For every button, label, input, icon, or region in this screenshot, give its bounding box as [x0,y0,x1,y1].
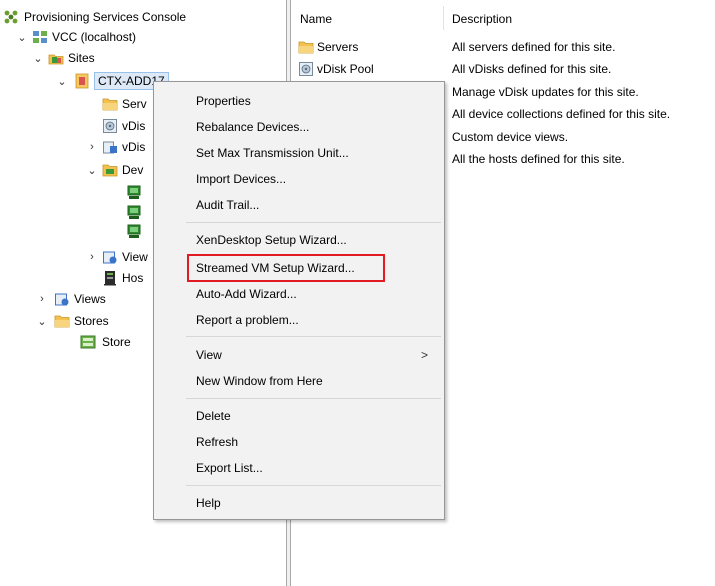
list-item-name: vDisk Pool [317,62,374,76]
chevron-down-icon[interactable]: ⌄ [16,31,28,44]
vdisk-pool-icon [102,118,118,134]
device-icon [126,185,142,201]
menu-item-properties[interactable]: Properties [196,94,251,108]
menu-separator [186,398,441,399]
tree-vdisk-updates-item[interactable]: › vDis [86,137,145,157]
chevron-down-icon[interactable]: ⌄ [56,75,68,88]
chevron-right-icon[interactable]: › [36,293,48,305]
chevron-right-icon[interactable]: › [86,251,98,263]
menu-item-export-list[interactable]: Export List... [196,461,263,475]
list-item-description: Manage vDisk updates for this site. [452,85,639,99]
menu-item-report-problem[interactable]: Report a problem... [196,313,299,327]
farm-icon [32,29,48,45]
tree-servers-item[interactable]: Serv [102,94,147,114]
tree-devices-item[interactable]: ⌄ Dev [86,160,143,180]
tree-root-item[interactable]: Provisioning Services Console [4,7,186,27]
list-item-name: Servers [317,40,359,54]
folder-icon [102,96,118,112]
tree-vdisk-pool-item[interactable]: vDis [102,116,145,136]
menu-item-xendesktop-wizard[interactable]: XenDesktop Setup Wizard... [196,233,347,247]
console-icon [4,10,18,24]
menu-item-view[interactable]: View > [196,348,428,362]
tree-sites-item[interactable]: ⌄ Sites [32,48,95,68]
menu-item-delete[interactable]: Delete [196,409,231,423]
menu-item-auto-add-wizard[interactable]: Auto-Add Wizard... [196,287,297,301]
menu-item-refresh[interactable]: Refresh [196,435,238,449]
tree-sites-label: Sites [68,51,95,65]
tree-devices-label: Dev [122,163,144,177]
column-divider[interactable] [443,6,444,30]
chevron-right-icon: > [420,348,428,362]
column-header-name[interactable]: Name [300,12,332,26]
tree-farm-item[interactable]: ⌄ VCC (localhost) [16,27,136,47]
tree-hosts-item[interactable]: Hos [102,268,143,288]
list-item-vdisk-pool[interactable]: vDisk Pool [298,59,374,79]
menu-separator [186,222,441,223]
column-header-description[interactable]: Description [452,12,512,26]
menu-item-streamed-vm-wizard[interactable]: Streamed VM Setup Wizard... [196,261,355,275]
menu-item-view-label: View [196,348,222,362]
tree-stores-item[interactable]: ⌄ Stores [36,311,109,331]
site-icon [74,73,90,89]
tree-device-item[interactable] [126,203,142,223]
tree-device-item[interactable] [126,222,142,242]
list-item-servers[interactable]: Servers [298,37,358,57]
tree-site-item[interactable]: ⌄ CTX-ADD17 [56,71,169,91]
folder-icon [298,39,314,55]
sites-icon [48,50,64,66]
menu-item-set-mtu[interactable]: Set Max Transmission Unit... [196,146,349,160]
menu-item-audit-trail[interactable]: Audit Trail... [196,198,259,212]
device-icon [126,224,142,240]
views-icon [54,291,70,307]
tree-site-views-label: View [122,250,148,264]
chevron-right-icon[interactable]: › [86,141,98,153]
tree-device-item[interactable] [126,183,142,203]
tree-farm-label: VCC (localhost) [52,30,137,44]
tree-root-label: Provisioning Services Console [24,10,187,24]
device-icon [126,205,142,221]
list-item-description: All servers defined for this site. [452,40,616,54]
menu-item-new-window[interactable]: New Window from Here [196,374,323,388]
tree-store-item[interactable]: Store [80,332,131,352]
tree-vdisk-pool-label: vDis [122,119,146,133]
vdisk-pool-icon [298,61,314,77]
hosts-icon [102,270,118,286]
list-item-description: All device collections defined for this … [452,107,671,121]
menu-separator [186,485,441,486]
menu-separator [186,336,441,337]
menu-item-import-devices[interactable]: Import Devices... [196,172,286,186]
tree-servers-label: Serv [122,97,147,111]
tree-vdisk-updates-label: vDis [122,140,146,154]
menu-item-rebalance-devices[interactable]: Rebalance Devices... [196,120,309,134]
tree-views-item[interactable]: › Views [36,289,106,309]
folder-icon [54,313,70,329]
tree-stores-label: Stores [74,314,109,328]
menu-item-help[interactable]: Help [196,496,221,510]
tree-views-label: Views [74,292,106,306]
tree-store-label: Store [102,335,131,349]
vdisk-updates-icon [102,139,118,155]
tree-site-views-item[interactable]: › View [86,247,148,267]
list-item-description: Custom device views. [452,130,569,144]
store-icon [80,334,96,350]
list-item-description: All the hosts defined for this site. [452,152,625,166]
chevron-down-icon[interactable]: ⌄ [86,164,98,177]
chevron-down-icon[interactable]: ⌄ [36,315,48,328]
chevron-down-icon[interactable]: ⌄ [32,52,44,65]
tree-hosts-label: Hos [122,271,144,285]
views-icon [102,249,118,265]
list-item-description: All vDisks defined for this site. [452,62,612,76]
context-menu: Properties Rebalance Devices... Set Max … [153,81,445,520]
device-collection-icon [102,162,118,178]
